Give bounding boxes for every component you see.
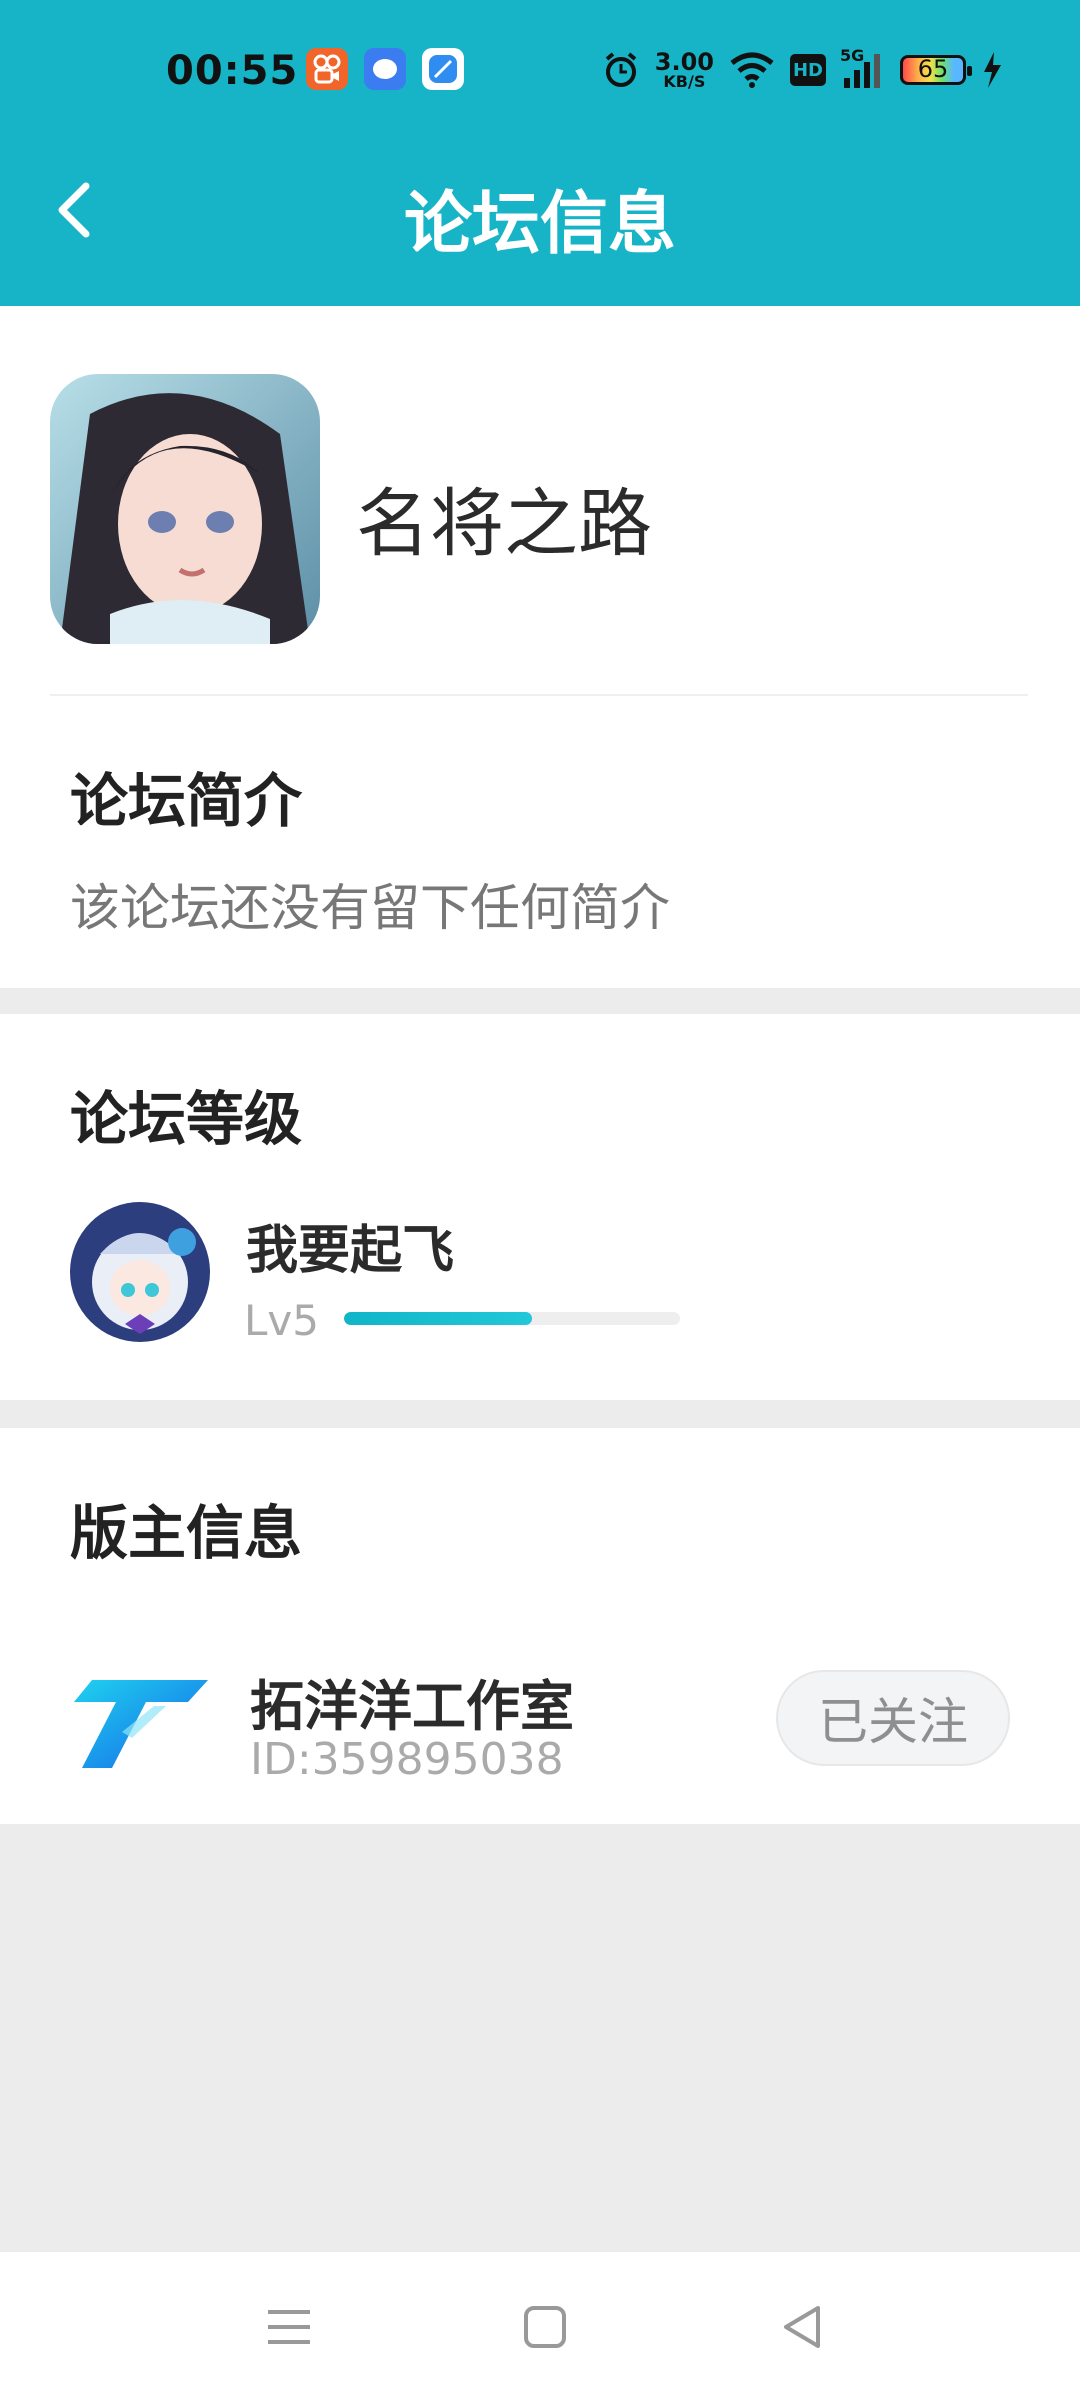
browser-app-icon [422, 48, 464, 90]
network-speed: 3.00 KB/S [655, 50, 714, 90]
status-time: 00:55 [166, 48, 299, 94]
battery-indicator: 65 [900, 55, 972, 85]
signal-icon: 5G [840, 46, 886, 90]
chat-bubble-app-icon [364, 48, 406, 90]
avatar[interactable] [70, 1202, 210, 1342]
level-title: 论坛等级 [70, 1085, 303, 1153]
forum-game-icon [50, 374, 320, 644]
intro-text: 该论坛还没有留下任何简介 [70, 879, 670, 937]
back-triangle-icon[interactable] [776, 2300, 830, 2354]
level-progress-bar [344, 1312, 680, 1325]
page-title: 论坛信息 [403, 185, 676, 264]
wifi-icon [730, 52, 774, 88]
alarm-icon [605, 52, 637, 87]
moderator-id: ID:359895038 [250, 1734, 564, 1785]
divider [50, 694, 1028, 696]
home-square-icon[interactable] [518, 2300, 572, 2354]
kuaishou-app-icon [306, 48, 348, 90]
level-progress-fill [344, 1312, 533, 1325]
level-label: Lv5 [244, 1296, 319, 1345]
user-name: 我要起飞 [246, 1221, 455, 1281]
hd-badge: HD [790, 54, 826, 86]
forum-name: 名将之路 [356, 481, 652, 567]
status-indicators: 3.00 KB/S HD 5G 65 [601, 44, 1004, 96]
charging-icon [984, 52, 1001, 88]
moderator-title: 版主信息 [70, 1499, 303, 1567]
speed-unit: KB/S [663, 72, 706, 91]
moderator-name: 拓洋洋工作室 [250, 1675, 574, 1738]
intro-title: 论坛简介 [70, 767, 303, 835]
network-type: 5G [840, 46, 865, 65]
follow-button[interactable]: 已关注 [776, 1670, 1010, 1766]
menu-icon[interactable] [262, 2300, 316, 2354]
moderator-logo-icon[interactable] [70, 1672, 210, 1772]
battery-level: 65 [917, 55, 949, 83]
speed-value: 3.00 [654, 48, 714, 76]
